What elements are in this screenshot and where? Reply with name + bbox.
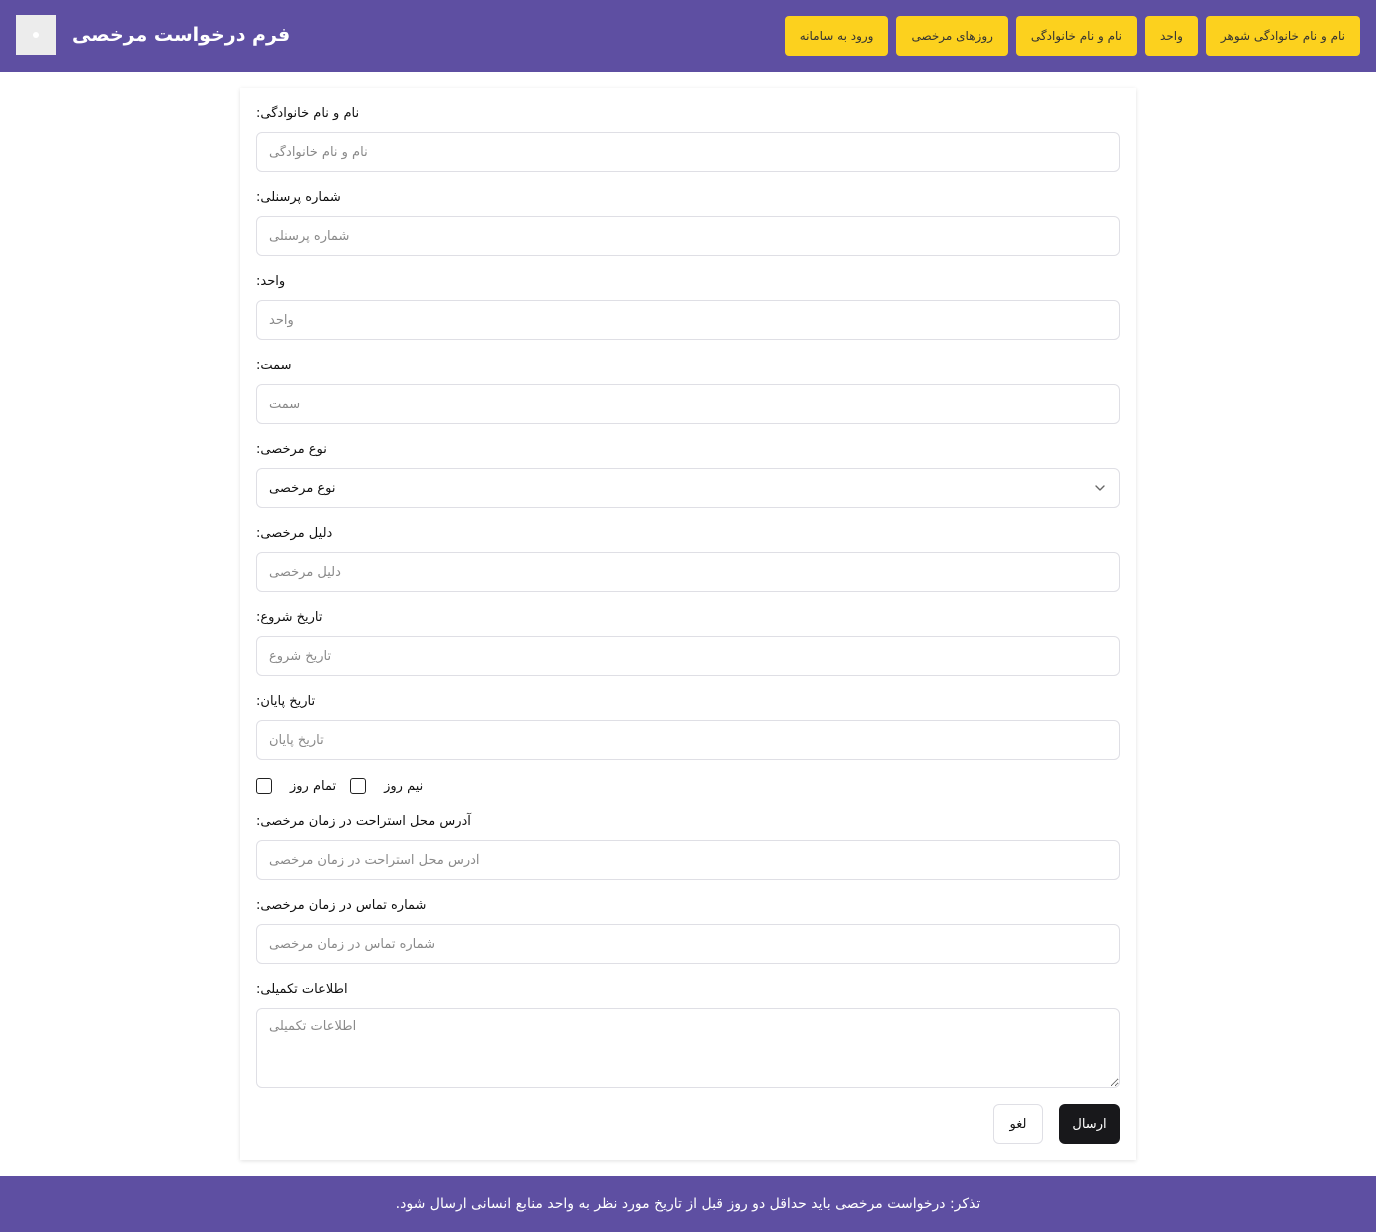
- full-name-input[interactable]: [256, 132, 1120, 172]
- logo[interactable]: [16, 15, 56, 55]
- day-options: تمام روز نیم روز: [256, 778, 437, 794]
- unit-label: :واحد: [256, 274, 286, 289]
- half-day-checkbox[interactable]: [350, 778, 367, 794]
- leave-type-value: نوع مرخصی: [269, 480, 336, 496]
- half-day-label: نیم روز: [384, 778, 424, 794]
- additional-info-label: :اطلاعات تکمیلی: [256, 982, 348, 997]
- footer: .تذکر: درخواست مرخصی باید حداقل دو روز ق…: [0, 1176, 1376, 1232]
- contact-label: :شماره تماس در زمان مرخصی: [256, 898, 427, 913]
- personnel-number-label: :شماره پرسنلی: [256, 190, 341, 205]
- nav-button-leave-days[interactable]: روزهای مرخصی: [896, 16, 1008, 56]
- nav-button-unit[interactable]: واحد: [1145, 16, 1198, 56]
- leave-reason-label: :دلیل مرخصی: [256, 526, 333, 541]
- cancel-button[interactable]: لغو: [993, 1104, 1043, 1144]
- full-day-label: تمام روز: [290, 778, 337, 794]
- leave-type-select[interactable]: نوع مرخصی: [256, 468, 1120, 508]
- footer-note: .تذکر: درخواست مرخصی باید حداقل دو روز ق…: [395, 1196, 981, 1212]
- additional-info-textarea[interactable]: [256, 1008, 1120, 1088]
- position-label: :سمت: [256, 358, 292, 373]
- nav-button-login[interactable]: ورود به سامانه: [784, 16, 889, 56]
- personnel-number-input[interactable]: [256, 216, 1120, 256]
- position-input[interactable]: [256, 384, 1120, 424]
- start-date-input[interactable]: [256, 636, 1120, 676]
- nav-bar: نام و نام خانوادگی شوهر واحد نام و نام خ…: [784, 16, 1360, 56]
- full-day-checkbox[interactable]: [256, 778, 272, 794]
- page-title: فرم درخواست مرخصی: [72, 24, 291, 46]
- end-date-label: :تاریخ پایان: [256, 694, 316, 709]
- address-input[interactable]: [256, 840, 1120, 880]
- logo-icon: [33, 32, 39, 38]
- end-date-input[interactable]: [256, 720, 1120, 760]
- submit-button[interactable]: ارسال: [1059, 1104, 1120, 1144]
- leave-reason-input[interactable]: [256, 552, 1120, 592]
- unit-input[interactable]: [256, 300, 1120, 340]
- leave-form-card: :نام و نام خانوادگی :شماره پرسنلی :واحد …: [240, 88, 1136, 1160]
- full-name-label: :نام و نام خانوادگی: [256, 106, 360, 121]
- address-label: :آدرس محل استراحت در زمان مرخصی: [256, 814, 471, 829]
- header: فرم درخواست مرخصی نام و نام خانوادگی شوه…: [0, 0, 1376, 72]
- nav-button-full-name[interactable]: نام و نام خانوادگی: [1015, 16, 1138, 56]
- contact-input[interactable]: [256, 924, 1120, 964]
- nav-button-spouse-name[interactable]: نام و نام خانوادگی شوهر: [1205, 16, 1360, 56]
- chevron-down-icon: [1095, 485, 1105, 491]
- leave-type-label: :نوع مرخصی: [256, 442, 327, 457]
- start-date-label: :تاریخ شروع: [256, 610, 323, 625]
